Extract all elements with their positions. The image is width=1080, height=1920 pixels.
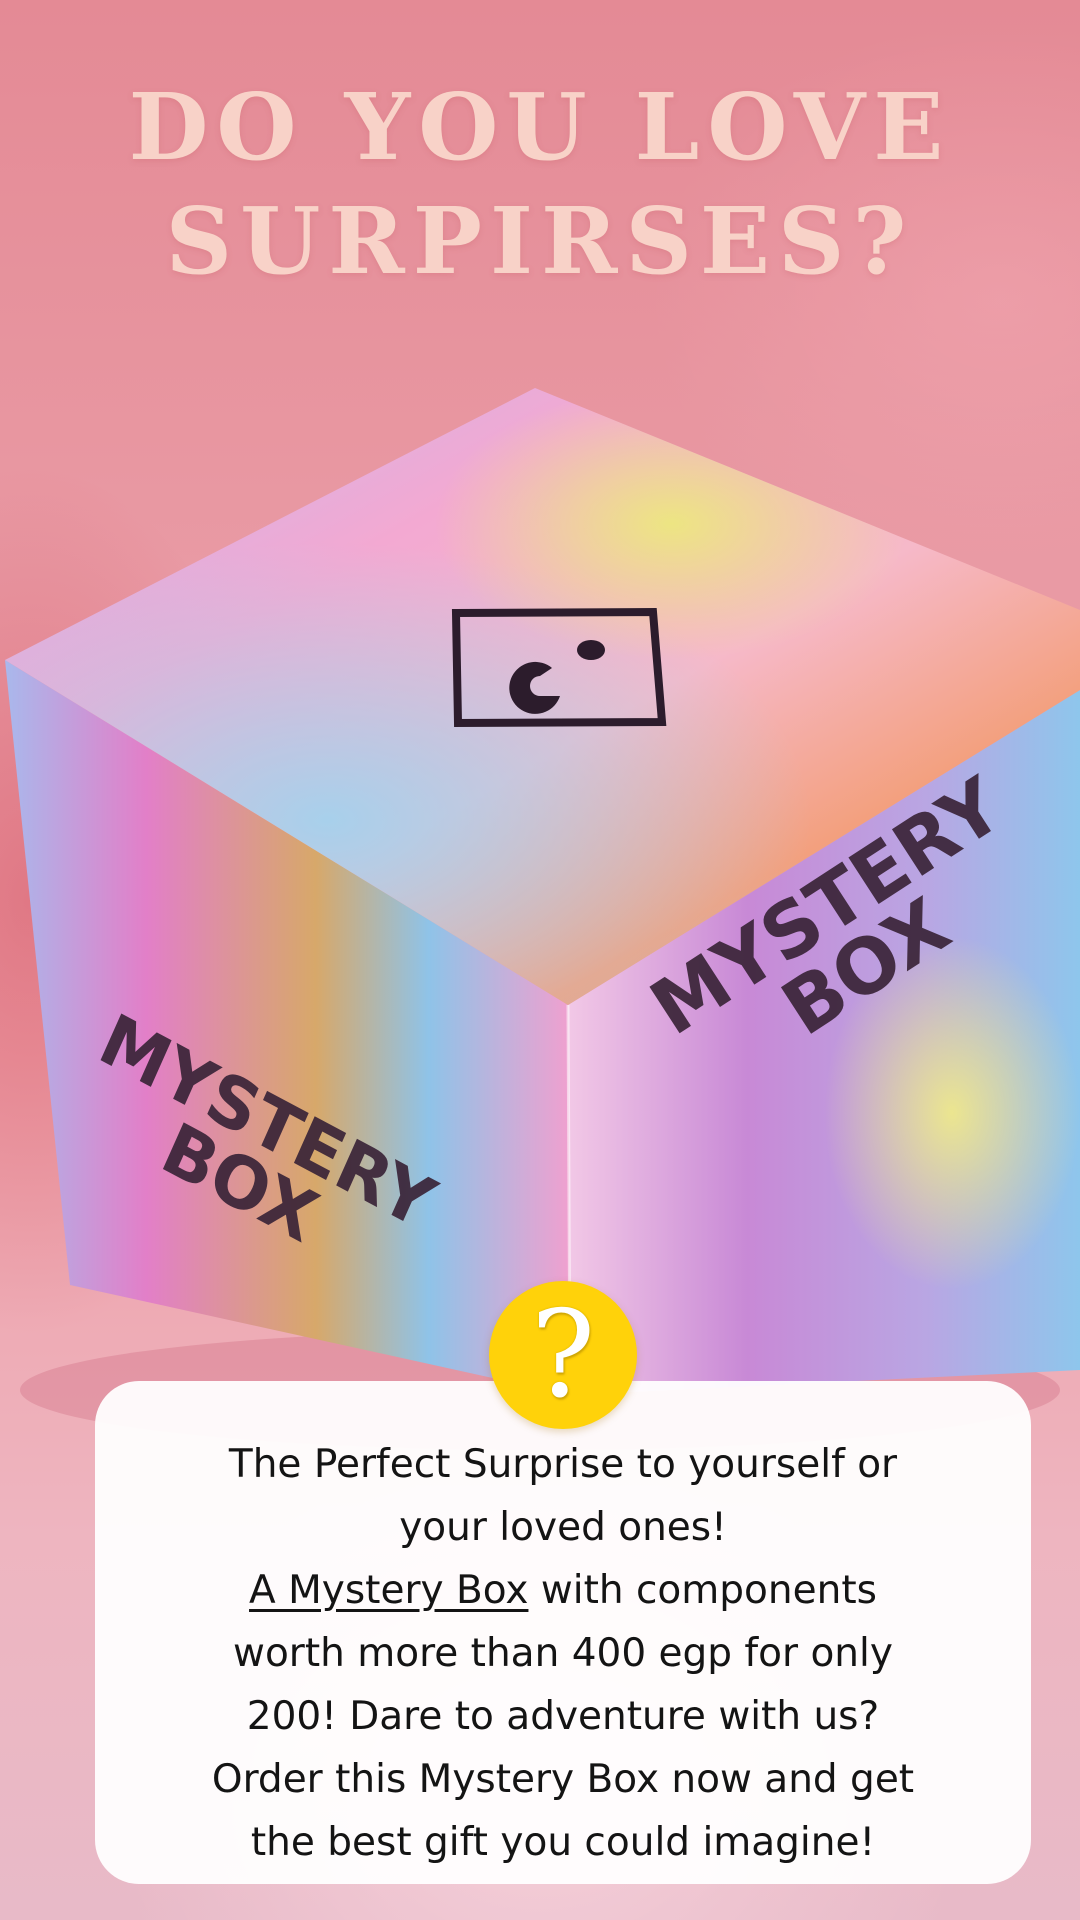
card-intro: The Perfect Surprise to yourself or your…	[228, 1442, 898, 1550]
question-mark-icon: ?	[530, 1286, 596, 1425]
card-body-paragraph: A Mystery Box with components worth more…	[195, 1559, 931, 1874]
description-card: The Perfect Surprise to yourself or your…	[95, 1381, 1031, 1884]
question-badge: ?	[489, 1281, 637, 1429]
mystery-box-link[interactable]: A Mystery Box	[249, 1568, 528, 1613]
